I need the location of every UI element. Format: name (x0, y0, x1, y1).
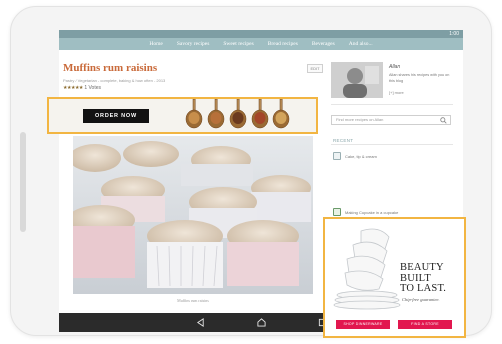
page: 1:00 Home Savory recipes Sweet recipes B… (0, 0, 502, 344)
muffins-image (73, 136, 313, 294)
site-nav: Home Savory recipes Sweet recipes Bread … (59, 38, 463, 50)
article-byline: Pastry / Vegetarian - complete, baking &… (63, 78, 166, 83)
nav-item-beverages[interactable]: Beverages (312, 41, 335, 47)
status-time: 1:00 (449, 31, 459, 37)
nav-item-bread[interactable]: Bread recipes (268, 41, 298, 47)
photo-caption: Muffins rum raisins (177, 298, 209, 303)
box-ad[interactable]: BEAUTY BUILT TO LAST. Chip-free guarante… (323, 217, 466, 338)
search-placeholder: Find more recipes on Allan (336, 117, 384, 122)
author-more-link[interactable]: [+] more (389, 90, 404, 95)
shop-dinnerware-button[interactable]: SHOP DINNERWARE (336, 320, 390, 329)
article-title: Muffins rum raisins (63, 62, 158, 74)
back-icon[interactable] (196, 318, 205, 327)
sidebar-item-cake[interactable]: Cake, tip & cream (333, 150, 453, 162)
sidebar-item-label: Making Cupcake in a cupcake (345, 209, 399, 215)
search-icon[interactable] (440, 117, 447, 124)
sidebar-search-input[interactable]: Find more recipes on Allan (331, 115, 451, 125)
divider (331, 144, 453, 145)
divider (331, 104, 453, 105)
sidebar-item-label: Cake, tip & cream (345, 153, 377, 159)
nav-item-sweet[interactable]: Sweet recipes (223, 41, 253, 47)
sidebar-heading: RECENT (333, 138, 354, 143)
find-store-button[interactable]: FIND A STORE (398, 320, 452, 329)
author-bio: Allan shares his recipes with you on thi… (389, 73, 450, 83)
author-avatar[interactable] (331, 62, 383, 98)
dinnerware-image (333, 228, 401, 310)
recipe-thumbnail-icon (333, 152, 341, 160)
star-rating-icon[interactable]: ★★★★★ (63, 85, 83, 91)
author-name: Allan (389, 64, 401, 70)
spice-spoons-image (185, 99, 290, 129)
tablet-side-button (20, 132, 26, 232)
nav-item-home[interactable]: Home (149, 41, 162, 47)
nav-item-savory[interactable]: Savory recipes (177, 41, 210, 47)
rating-votes: 1 Votes (84, 85, 101, 91)
order-now-button[interactable]: ORDER NOW (83, 109, 149, 123)
home-icon[interactable] (256, 318, 266, 327)
banner-ad[interactable]: ORDER NOW (47, 97, 318, 134)
edit-button[interactable]: EDIT (307, 64, 323, 73)
status-bar: 1:00 (59, 30, 463, 38)
author-photo (331, 62, 383, 98)
ad-headline-line: BEAUTY (400, 262, 444, 273)
ad-subtext: Chip-free guarantee. (402, 297, 440, 302)
ad-headline: BEAUTY BUILT TO LAST. (400, 262, 447, 295)
ad-headline-line: TO LAST. (400, 283, 447, 294)
article-rating: ★★★★★ 1 Votes (63, 85, 101, 91)
nav-item-also[interactable]: And also... (349, 41, 373, 47)
recipe-thumbnail-icon (333, 208, 341, 216)
recipe-photo (73, 136, 313, 294)
